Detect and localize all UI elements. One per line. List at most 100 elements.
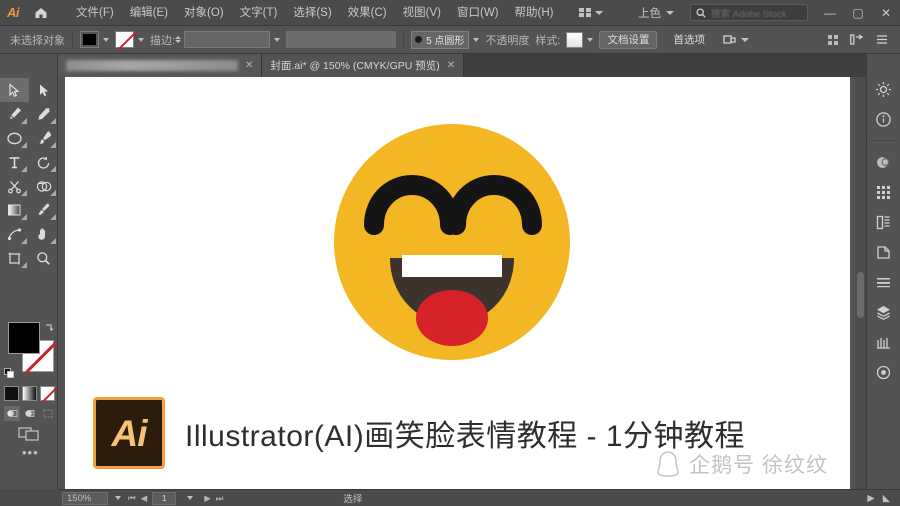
menu-item-type[interactable]: 文字(T): [232, 3, 286, 23]
panel-menu-icon[interactable]: [876, 34, 888, 45]
default-fill-stroke-icon[interactable]: [4, 366, 16, 378]
more-tools-button[interactable]: •••: [22, 446, 39, 459]
gradient-swatch-button[interactable]: [22, 386, 37, 401]
brushes-panel-icon[interactable]: [869, 207, 899, 237]
stroke-color-button[interactable]: [115, 31, 134, 48]
last-page-icon[interactable]: ⏭: [216, 493, 224, 504]
stroke-profile-select[interactable]: 5 点圆形: [411, 30, 470, 49]
shape-builder-tool[interactable]: [29, 174, 58, 198]
close-icon[interactable]: ✕: [447, 60, 455, 71]
first-page-icon[interactable]: ⏮: [128, 493, 136, 504]
eyedropper-tool[interactable]: [29, 198, 58, 222]
screen-mode-button[interactable]: [18, 424, 40, 447]
stroke-profile-chevron-icon[interactable]: [473, 37, 480, 42]
scrollbar-thumb[interactable]: [857, 272, 864, 318]
menu-item-file[interactable]: 文件(F): [68, 3, 122, 23]
workspace-switcher[interactable]: 上色: [630, 5, 682, 21]
draw-inside-button[interactable]: [40, 406, 56, 421]
color-mode-buttons: [4, 386, 55, 401]
preferences-button[interactable]: 首选项: [665, 31, 713, 49]
rotate-tool[interactable]: [29, 150, 58, 174]
document-setup-button[interactable]: 文档设置: [599, 30, 658, 49]
pen-tool[interactable]: [0, 102, 29, 126]
libraries-panel-icon[interactable]: [869, 327, 899, 357]
swap-fill-stroke-icon[interactable]: [44, 320, 56, 332]
gradient-tool[interactable]: [0, 198, 29, 222]
ellipse-tool[interactable]: [0, 126, 29, 150]
smiley-face-artwork[interactable]: [332, 122, 572, 362]
fill-color-button[interactable]: [80, 31, 99, 48]
search-input[interactable]: 搜索 Adobe Stock: [690, 4, 808, 21]
curvature-tool[interactable]: [29, 102, 58, 126]
zoom-chevron-icon[interactable]: [115, 496, 121, 500]
menu-item-select[interactable]: 选择(S): [285, 3, 339, 23]
type-tool[interactable]: [0, 150, 29, 174]
none-swatch-button[interactable]: [40, 386, 55, 401]
scissors-tool[interactable]: [0, 174, 29, 198]
distribute-icon[interactable]: [850, 33, 864, 46]
color-panel-icon[interactable]: [869, 147, 899, 177]
prev-page-icon[interactable]: ◀: [141, 493, 148, 504]
stroke-weight-field[interactable]: [184, 31, 271, 48]
direct-selection-tool[interactable]: [29, 78, 58, 102]
minimize-button[interactable]: —: [816, 0, 844, 26]
layers-panel-icon[interactable]: [869, 297, 899, 327]
status-text: 选择: [343, 494, 363, 505]
penguin-icon: [657, 451, 679, 477]
page-chevron-icon[interactable]: [187, 496, 194, 500]
stroke-panel-icon[interactable]: [869, 267, 899, 297]
menu-item-view[interactable]: 视图(V): [395, 3, 449, 23]
menu-item-edit[interactable]: 编辑(E): [122, 3, 176, 23]
chevron-down-icon: [666, 10, 674, 15]
symbols-panel-icon[interactable]: [869, 237, 899, 267]
menu-item-help[interactable]: 帮助(H): [507, 3, 562, 23]
watermark: 企鹅号 徐纹纹: [655, 449, 828, 479]
hand-tool[interactable]: [29, 222, 58, 246]
paintbrush-tool[interactable]: [29, 126, 58, 150]
zoom-tool[interactable]: [29, 246, 58, 270]
menu-item-window[interactable]: 窗口(W): [449, 3, 507, 23]
align-icon[interactable]: [828, 34, 838, 45]
color-swatch-button[interactable]: [4, 386, 19, 401]
menu-item-object[interactable]: 对象(O): [176, 3, 232, 23]
artboard[interactable]: Ai Illustrator(AI)画笑脸表情教程 - 1分钟教程 企鹅号 徐纹…: [65, 77, 850, 489]
appearance-panel-icon[interactable]: [869, 357, 899, 387]
close-button[interactable]: ✕: [872, 0, 900, 26]
arrange-documents-button[interactable]: [575, 6, 607, 20]
swatches-panel-icon[interactable]: [869, 177, 899, 207]
stroke-weight-stepper[interactable]: [175, 36, 182, 43]
resize-grip-icon[interactable]: ◣: [883, 493, 890, 504]
selection-tool[interactable]: [0, 78, 29, 102]
profile-dot-icon: [415, 36, 423, 43]
close-icon[interactable]: ✕: [245, 60, 253, 71]
tools-panel: •••: [0, 54, 58, 506]
info-panel-icon[interactable]: [869, 104, 899, 134]
document-tab-active[interactable]: 封面.ai* @ 150% (CMYK/GPU 预览) ✕: [262, 54, 465, 77]
stroke-weight-chevron-icon[interactable]: [274, 37, 281, 42]
fill-chevron-icon[interactable]: [103, 37, 109, 42]
artboard-tool[interactable]: [0, 246, 29, 270]
next-page-icon[interactable]: ▶: [204, 493, 211, 504]
draw-behind-button[interactable]: [22, 406, 38, 421]
panel-dock: [866, 54, 900, 506]
stroke-chevron-icon[interactable]: [138, 37, 144, 42]
maximize-button[interactable]: ▢: [844, 0, 872, 26]
fill-swatch-large[interactable]: [8, 322, 40, 354]
canvas-area[interactable]: Ai Illustrator(AI)画笑脸表情教程 - 1分钟教程 企鹅号 徐纹…: [58, 77, 866, 489]
menu-item-effect[interactable]: 效果(C): [340, 3, 395, 23]
page-number-field[interactable]: 1: [152, 491, 177, 505]
style-chevron-icon[interactable]: [587, 37, 594, 42]
draw-normal-button[interactable]: [4, 406, 20, 421]
vertical-scrollbar[interactable]: [855, 77, 866, 489]
play-icon[interactable]: ▶: [867, 493, 874, 504]
transform-button[interactable]: [723, 34, 749, 46]
zoom-level-field[interactable]: 150%: [62, 491, 108, 505]
free-transform-tool[interactable]: [0, 222, 29, 246]
properties-panel-icon[interactable]: [869, 74, 899, 104]
home-icon[interactable]: [26, 0, 56, 26]
stroke-style-field[interactable]: [286, 31, 397, 48]
document-tab-blurred[interactable]: ✕: [58, 54, 263, 77]
style-swatch[interactable]: [566, 31, 584, 48]
ai-badge[interactable]: Ai: [93, 397, 165, 469]
tab-title: 封面.ai* @ 150% (CMYK/GPU 预览): [270, 60, 440, 72]
